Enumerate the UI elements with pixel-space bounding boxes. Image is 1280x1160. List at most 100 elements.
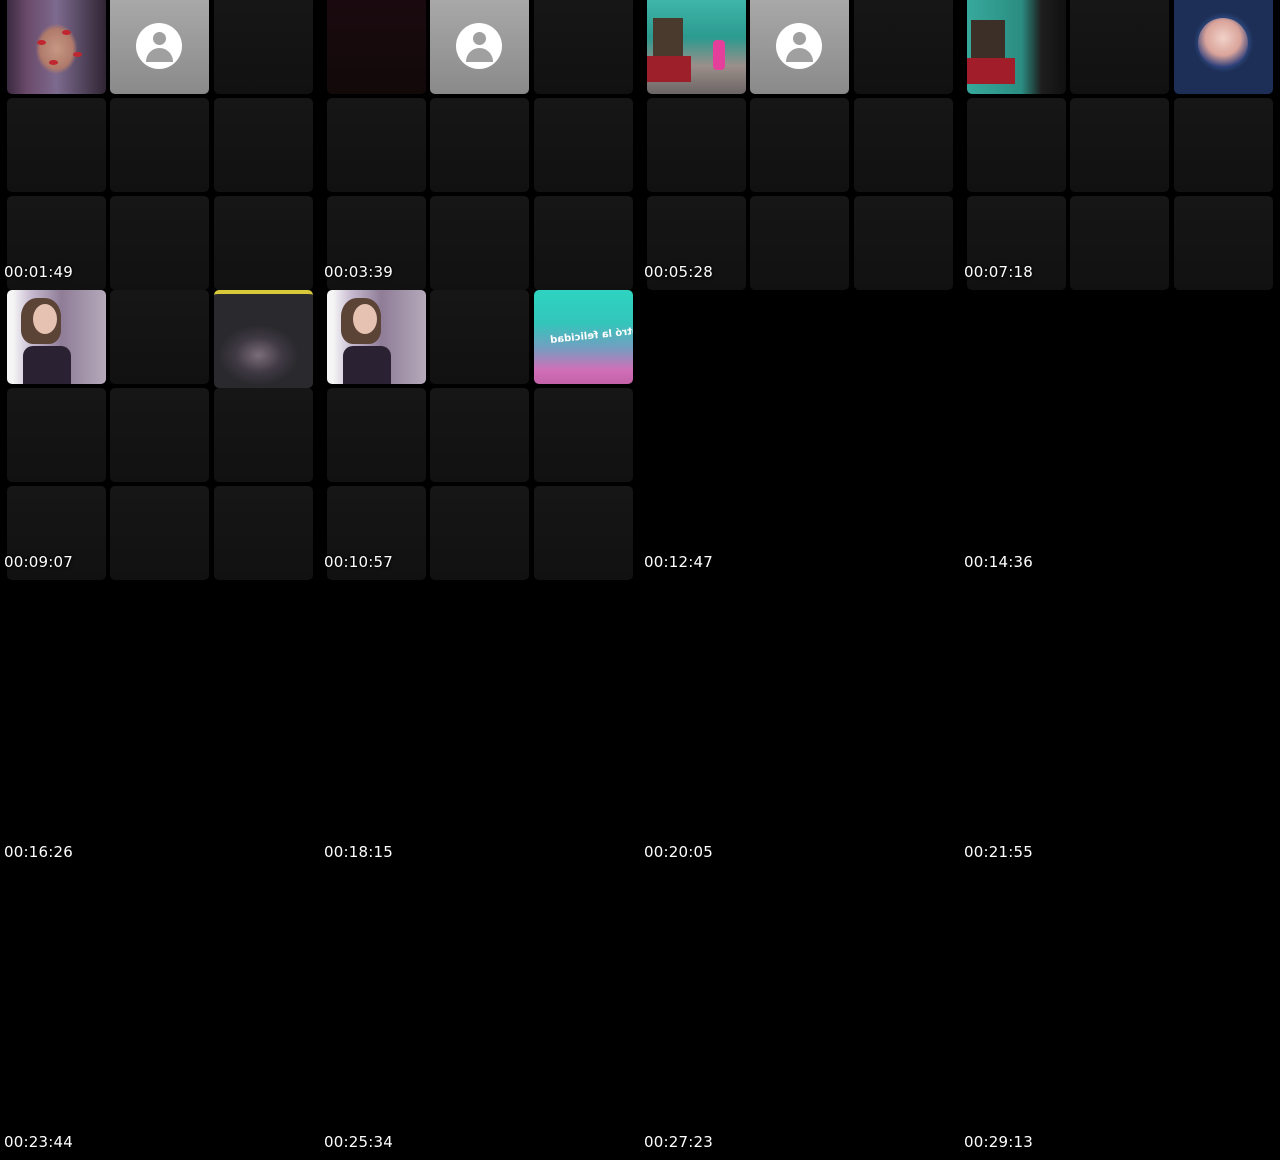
timestamp: 00:21:55 xyxy=(964,843,1033,861)
participant-tile-empty[interactable] xyxy=(110,486,209,580)
participant-tile-room[interactable] xyxy=(647,0,746,94)
participant-tile-empty[interactable] xyxy=(1070,98,1169,192)
timestamp: 00:09:07 xyxy=(4,553,73,571)
participant-tile-portrait[interactable] xyxy=(1174,0,1273,94)
shelf-shape xyxy=(971,20,1005,60)
participant-tile-empty[interactable] xyxy=(110,98,209,192)
participant-tile-empty[interactable] xyxy=(327,98,426,192)
lip-sticker-icon xyxy=(73,52,82,57)
participant-tile-empty[interactable] xyxy=(214,486,313,580)
video-frame-15: 00:27:23 xyxy=(640,870,960,1160)
video-frame-3: 00:05:28 xyxy=(640,0,960,290)
video-frame-12: 00:21:55 xyxy=(960,580,1280,870)
participant-tile-empty[interactable] xyxy=(7,98,106,192)
participant-tile-face[interactable] xyxy=(7,0,106,94)
participant-grid xyxy=(7,0,314,290)
participant-tile-empty[interactable] xyxy=(7,388,106,482)
timestamp: 00:23:44 xyxy=(4,1133,73,1151)
table-shape xyxy=(647,56,691,82)
participant-tile-empty[interactable] xyxy=(430,388,529,482)
timestamp: 00:20:05 xyxy=(644,843,713,861)
participant-tile-avatar[interactable] xyxy=(430,0,529,94)
participant-tile-empty[interactable] xyxy=(534,388,633,482)
video-frame-6: ontró la felicidad 00:10:57 xyxy=(320,290,640,580)
caption-text: ontró la felicidad xyxy=(549,325,633,346)
timestamp: 00:18:15 xyxy=(324,843,393,861)
participant-tile-dark[interactable] xyxy=(327,0,426,94)
video-frame-11: 00:20:05 xyxy=(640,580,960,870)
video-frame-1: 00:01:49 xyxy=(0,0,320,290)
participant-tile-empty[interactable] xyxy=(1174,196,1273,290)
participant-tile-empty[interactable] xyxy=(750,196,849,290)
shirt-shape xyxy=(343,346,391,384)
participant-tile-empty[interactable] xyxy=(534,196,633,290)
participant-grid xyxy=(327,0,634,290)
participant-tile-empty[interactable] xyxy=(110,196,209,290)
participant-tile-empty[interactable] xyxy=(534,0,633,94)
participant-tile-avatar[interactable] xyxy=(750,0,849,94)
participant-tile-blurred[interactable] xyxy=(214,290,313,388)
timestamp: 00:12:47 xyxy=(644,553,713,571)
participant-tile-empty[interactable] xyxy=(214,0,313,94)
participant-tile-empty[interactable] xyxy=(534,486,633,580)
lip-sticker-icon xyxy=(62,30,71,35)
participant-tile-empty[interactable] xyxy=(750,98,849,192)
participant-tile-empty[interactable] xyxy=(854,0,953,94)
timestamp: 00:27:23 xyxy=(644,1133,713,1151)
participant-tile-empty[interactable] xyxy=(110,290,209,384)
participant-tile-empty[interactable] xyxy=(1070,0,1169,94)
timestamp: 00:01:49 xyxy=(4,263,73,281)
video-frame-8: 00:14:36 xyxy=(960,290,1280,580)
video-frame-4: 00:07:18 xyxy=(960,0,1280,290)
participant-tile-empty[interactable] xyxy=(967,98,1066,192)
participant-tile-caption[interactable]: ontró la felicidad xyxy=(534,290,633,384)
participant-grid xyxy=(647,0,954,290)
timestamp: 00:25:34 xyxy=(324,1133,393,1151)
participant-tile-empty[interactable] xyxy=(214,98,313,192)
person-placeholder-icon xyxy=(136,23,182,69)
lip-sticker-icon xyxy=(37,40,46,45)
lip-sticker-icon xyxy=(49,60,58,65)
timestamp: 00:03:39 xyxy=(324,263,393,281)
participant-tile-empty[interactable] xyxy=(214,196,313,290)
participant-tile-empty[interactable] xyxy=(1070,196,1169,290)
timestamp: 00:10:57 xyxy=(324,553,393,571)
person-shape xyxy=(713,40,725,70)
participant-tile-empty[interactable] xyxy=(430,486,529,580)
participant-tile-room[interactable] xyxy=(967,0,1066,94)
face-shape xyxy=(353,304,377,334)
participant-tile-selfie[interactable] xyxy=(7,290,106,384)
participant-tile-selfie[interactable] xyxy=(327,290,426,384)
shelf-shape xyxy=(653,18,683,58)
participant-tile-empty[interactable] xyxy=(854,196,953,290)
person-placeholder-icon xyxy=(776,23,822,69)
participant-grid xyxy=(967,0,1274,290)
avatar-head xyxy=(473,32,486,45)
participant-tile-empty[interactable] xyxy=(214,388,313,482)
shirt-shape xyxy=(23,346,71,384)
participant-tile-empty[interactable] xyxy=(430,98,529,192)
participant-tile-empty[interactable] xyxy=(430,196,529,290)
participant-tile-empty[interactable] xyxy=(534,98,633,192)
timestamp: 00:07:18 xyxy=(964,263,1033,281)
timestamp: 00:05:28 xyxy=(644,263,713,281)
participant-tile-empty[interactable] xyxy=(854,98,953,192)
timestamp: 00:16:26 xyxy=(4,843,73,861)
participant-grid: ontró la felicidad xyxy=(327,290,634,580)
video-frame-9: 00:16:26 xyxy=(0,580,320,870)
participant-tile-empty[interactable] xyxy=(430,290,529,384)
video-frame-14: 00:25:34 xyxy=(320,870,640,1160)
participant-tile-empty[interactable] xyxy=(1174,98,1273,192)
participant-tile-empty[interactable] xyxy=(327,388,426,482)
profile-photo xyxy=(1198,18,1248,68)
video-frame-5: 00:09:07 xyxy=(0,290,320,580)
participant-grid xyxy=(7,290,314,580)
person-placeholder-icon xyxy=(456,23,502,69)
avatar-head xyxy=(153,32,166,45)
participant-tile-empty[interactable] xyxy=(110,388,209,482)
video-frame-10: 00:18:15 xyxy=(320,580,640,870)
participant-tile-avatar[interactable] xyxy=(110,0,209,94)
timestamp: 00:14:36 xyxy=(964,553,1033,571)
table-shape xyxy=(967,58,1015,84)
participant-tile-empty[interactable] xyxy=(647,98,746,192)
